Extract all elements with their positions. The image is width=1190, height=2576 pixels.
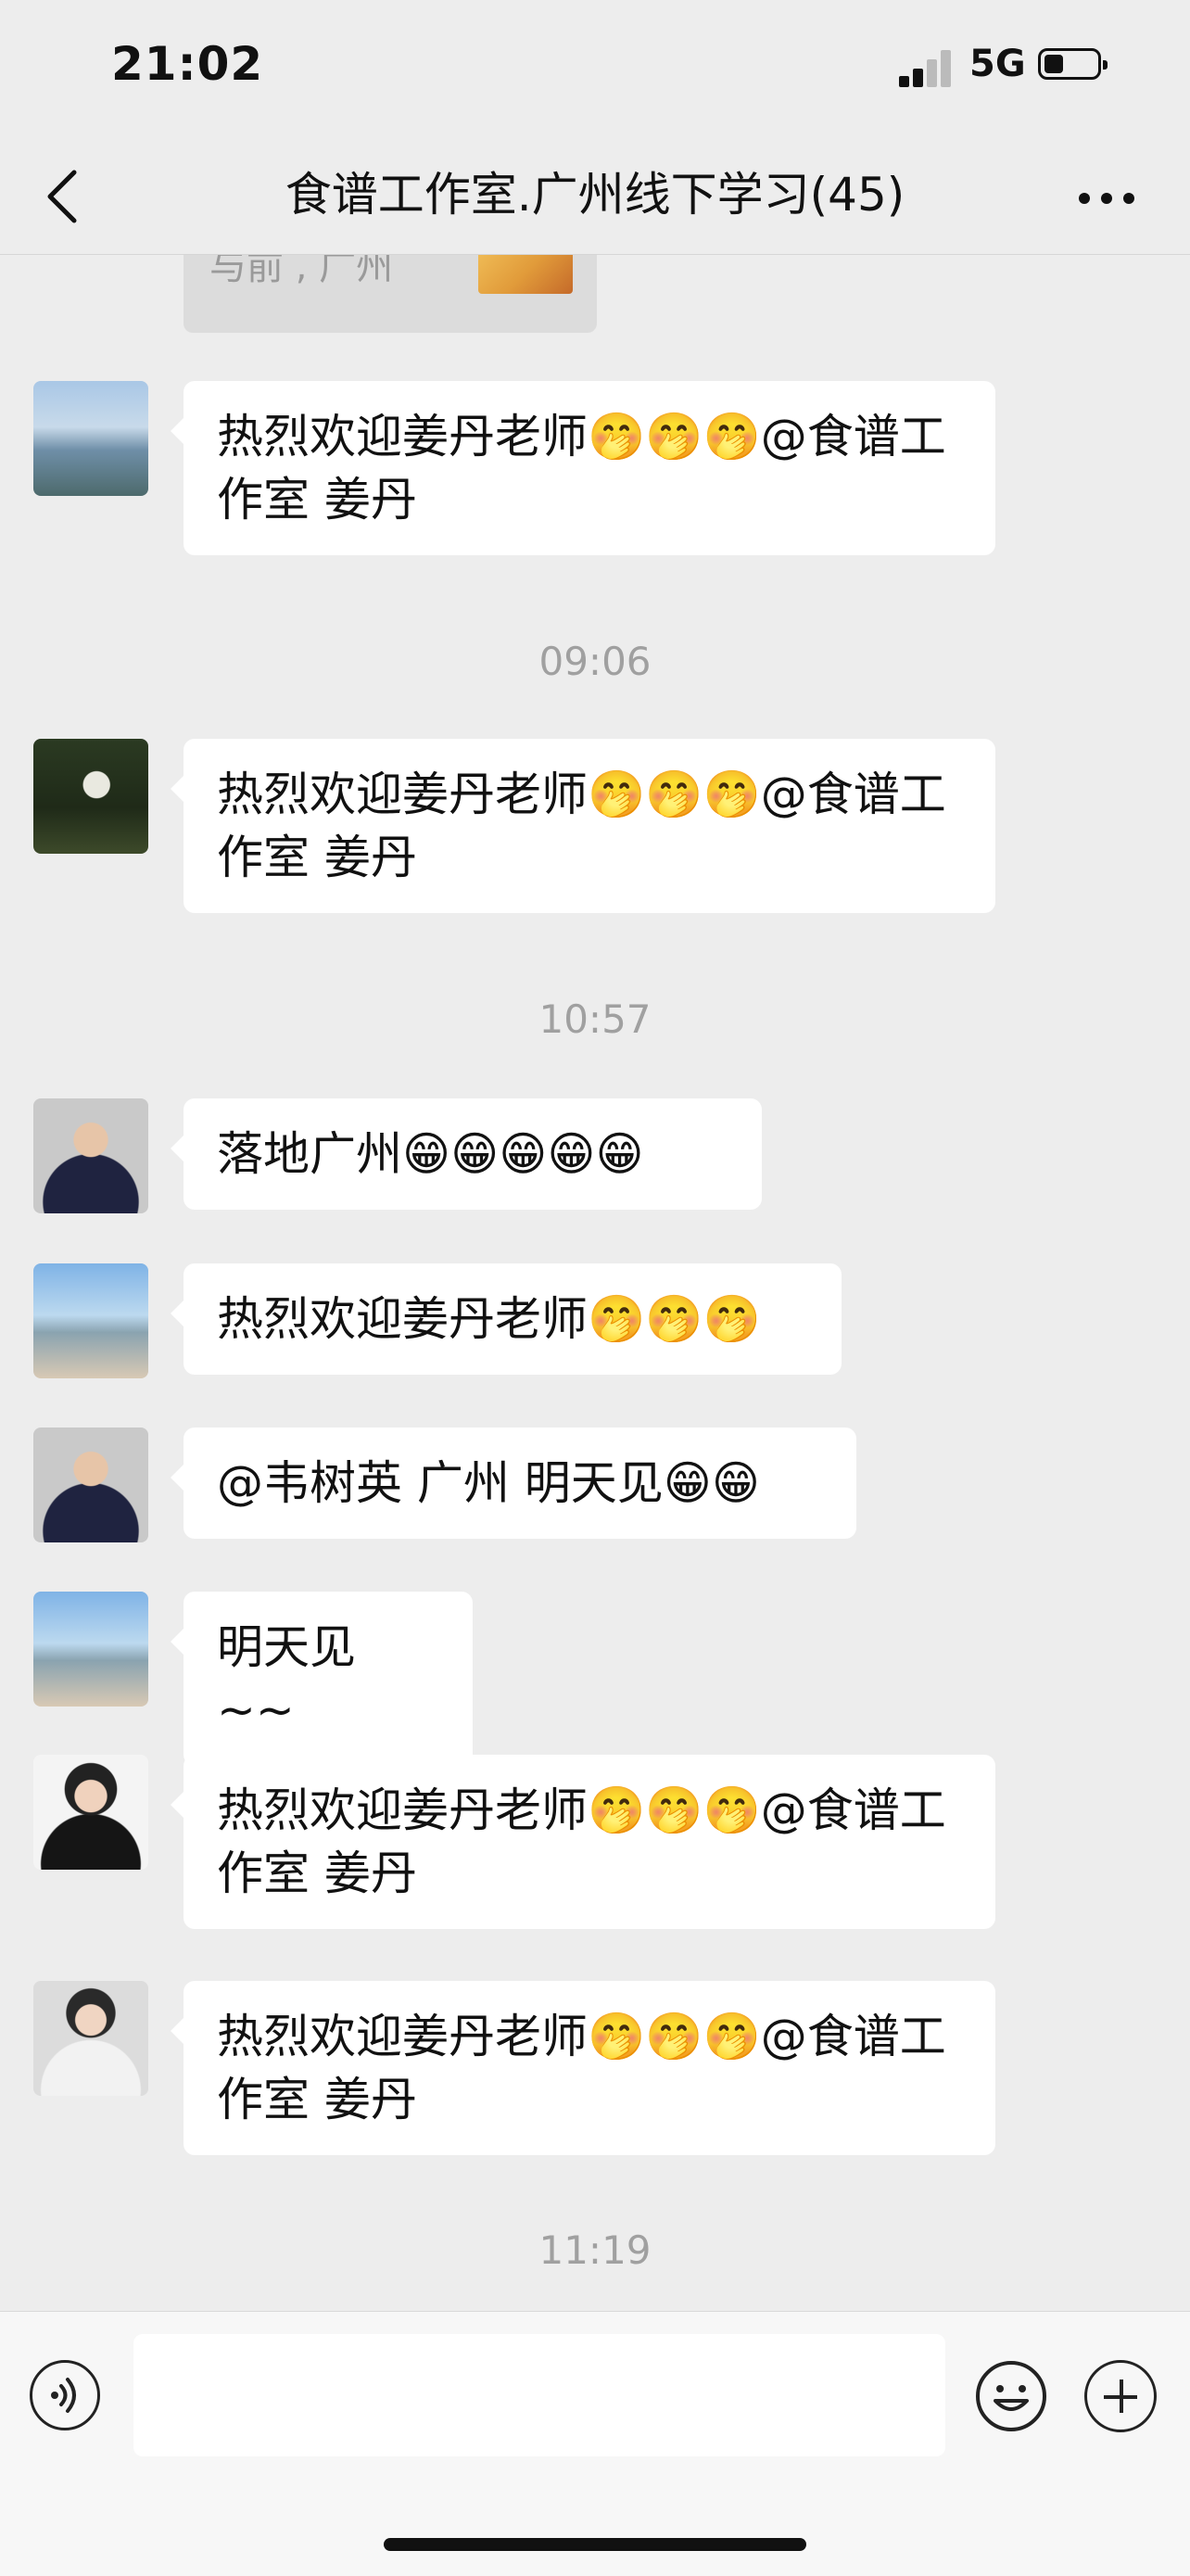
avatar[interactable] xyxy=(33,739,148,854)
avatar[interactable] xyxy=(33,1592,148,1707)
network-type: 5G xyxy=(969,43,1026,85)
partial-message-text: 与前 , 广州 xyxy=(209,255,394,288)
message-bubble[interactable]: 明天见 ~~ xyxy=(171,1592,473,1766)
home-indicator[interactable] xyxy=(384,2538,806,2551)
avatar[interactable] xyxy=(33,381,148,496)
chevron-left-icon xyxy=(47,170,77,223)
voice-button[interactable] xyxy=(30,2360,100,2430)
signal-icon xyxy=(899,48,955,87)
partial-message: 与前 , 广州 xyxy=(184,255,597,333)
chat-area[interactable]: 与前 , 广州 热烈欢迎姜丹老师🤭🤭🤭@食谱工作室 姜丹 09:06 热烈欢迎姜… xyxy=(0,255,1190,2311)
timestamp: 10:57 xyxy=(538,996,652,1042)
avatar[interactable] xyxy=(33,1981,148,2096)
avatar[interactable] xyxy=(33,1428,148,1542)
message-bubble[interactable]: 落地广州😁😁😁😁😁 xyxy=(171,1098,762,1210)
timestamp: 11:19 xyxy=(538,2227,652,2273)
emoji-button[interactable] xyxy=(975,2360,1047,2432)
avatar[interactable] xyxy=(33,1755,148,1870)
emoji-icon xyxy=(976,2361,1046,2431)
status-bar: 21:02 5G xyxy=(0,0,1190,139)
food-image-thumbnail[interactable] xyxy=(478,255,573,294)
timestamp: 09:06 xyxy=(538,639,652,684)
chat-title: 食谱工作室.广州线下学习(45) xyxy=(285,168,905,222)
avatar[interactable] xyxy=(33,1098,148,1213)
more-button[interactable] xyxy=(1073,185,1147,213)
input-bar xyxy=(0,2311,1190,2576)
avatar[interactable] xyxy=(33,1263,148,1378)
plus-button[interactable] xyxy=(1084,2360,1157,2432)
message-bubble[interactable]: @韦树英 广州 明天见😁😁 xyxy=(171,1428,856,1539)
message-bubble[interactable]: 热烈欢迎姜丹老师🤭🤭🤭@食谱工作室 姜丹 xyxy=(171,381,995,555)
status-time: 21:02 xyxy=(111,37,264,91)
message-bubble[interactable]: 热烈欢迎姜丹老师🤭🤭🤭@食谱工作室 姜丹 xyxy=(171,739,995,913)
message-bubble[interactable]: 热烈欢迎姜丹老师🤭🤭🤭@食谱工作室 姜丹 xyxy=(171,1755,995,1929)
message-input[interactable] xyxy=(133,2334,945,2456)
nav-bar: 食谱工作室.广州线下学习(45) xyxy=(0,139,1190,255)
battery-icon xyxy=(1038,48,1108,80)
message-bubble[interactable]: 热烈欢迎姜丹老师🤭🤭🤭@食谱工作室 姜丹 xyxy=(171,1981,995,2155)
back-button[interactable] xyxy=(37,159,93,234)
message-bubble[interactable]: 热烈欢迎姜丹老师🤭🤭🤭 xyxy=(171,1263,842,1375)
voice-icon xyxy=(51,2378,76,2413)
